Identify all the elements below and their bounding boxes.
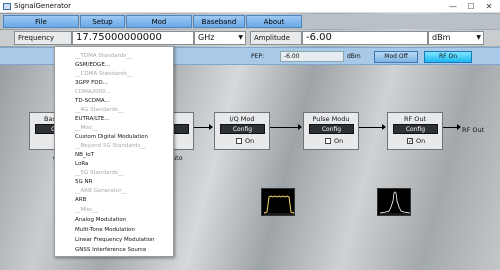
- frequency-label: Frequency: [14, 31, 72, 45]
- menu-header-beyond-5g: __Beyond 5G Standards__: [75, 143, 146, 149]
- amplitude-label: Amplitude: [250, 31, 302, 45]
- signal-arrow: [359, 124, 386, 130]
- maximize-icon[interactable]: ☐: [464, 1, 478, 12]
- menu-mod[interactable]: Mod: [126, 15, 192, 28]
- pulse-mod-config-button[interactable]: Config: [309, 124, 354, 134]
- menu-setup[interactable]: Setup: [80, 15, 125, 28]
- menu-item-3gpp-fdd[interactable]: 3GPP FDD...: [75, 80, 108, 86]
- title-bar: SignalGenerator — ☐ ✕: [0, 0, 500, 13]
- iq-mod-config-button[interactable]: Config: [220, 124, 265, 134]
- menu-item-linear-frequency-modulation[interactable]: Linear Frequency Modulation: [75, 237, 155, 243]
- menu-header-misc: __Misc__: [75, 125, 99, 131]
- spectrum-peak-icon: [379, 191, 411, 215]
- menu-item-custom-digital-modulation[interactable]: Custom Digital Modulation: [75, 134, 148, 140]
- menu-baseband[interactable]: Baseband: [193, 15, 245, 28]
- iq-mod-on-checkbox[interactable]: [236, 138, 242, 144]
- rf-out-config-button[interactable]: Config: [393, 124, 438, 134]
- menu-item-5g-nr[interactable]: 5G NR: [75, 179, 92, 185]
- iq-mod-block: I/Q Mod Config On: [214, 112, 270, 150]
- menu-item-analog-modulation[interactable]: Analog Modulation: [75, 217, 126, 223]
- pulse-mod-on-label: On: [334, 137, 344, 145]
- menu-item-cdma2000: CDMA2000...: [75, 89, 111, 95]
- menu-header-tdma: __TDMA Standards__: [75, 53, 132, 59]
- close-icon[interactable]: ✕: [482, 1, 496, 12]
- rf-out-arrow: [443, 124, 461, 130]
- pep-label: PEP:: [251, 53, 265, 60]
- menu-item-nb-iot[interactable]: NB_IoT: [75, 152, 94, 158]
- menu-item-gsm-edge[interactable]: GSM/EDGE...: [75, 62, 110, 68]
- menu-header-4g: __4G Standards__: [75, 107, 124, 113]
- spectrum-thumbnail-rf: [377, 188, 411, 216]
- menu-item-lora[interactable]: LoRa: [75, 161, 88, 167]
- signal-arrow: [194, 124, 213, 130]
- menu-file[interactable]: File: [3, 15, 79, 28]
- pulse-mod-on-checkbox[interactable]: [325, 138, 331, 144]
- amplitude-unit-value: dBm: [432, 33, 451, 42]
- menu-item-arb[interactable]: ARB: [75, 197, 86, 203]
- menu-item-gnss-interference-source[interactable]: GNSS Interference Source: [75, 247, 146, 253]
- iq-mod-on-label: On: [245, 137, 255, 145]
- spectrum-flat-icon: [263, 195, 295, 215]
- menu-about[interactable]: About: [246, 15, 302, 28]
- rf-out-block: RF Out Config ✓ On: [387, 112, 443, 150]
- menu-header-5g: __5G Standards__: [75, 170, 124, 176]
- pulse-mod-block: Pulse Modu Config On: [303, 112, 359, 150]
- iq-mod-title: I/Q Mod: [229, 115, 255, 123]
- rf-out-title: RF Out: [403, 115, 427, 123]
- app-icon: [3, 3, 11, 10]
- frequency-input[interactable]: 17.75000000000: [72, 31, 194, 45]
- rf-out-on-label: On: [416, 137, 426, 145]
- amplitude-input[interactable]: -6.00: [302, 31, 428, 45]
- menu-header-arb-generator: __ARB Generator__: [75, 188, 128, 194]
- modulation-dropdown-menu: __TDMA Standards__ GSM/EDGE... __CDMA St…: [54, 46, 174, 257]
- menu-item-multi-tone-modulation[interactable]: Multi-Tone Modulation: [75, 227, 135, 233]
- rf-out-on-checkbox[interactable]: ✓: [407, 138, 413, 145]
- signal-arrow: [270, 124, 302, 130]
- window-title: SignalGenerator: [14, 2, 72, 10]
- chevron-down-icon: ▼: [238, 34, 243, 41]
- mod-off-button[interactable]: Mod Off: [374, 51, 418, 63]
- pep-value: -6.00: [280, 51, 344, 62]
- amplitude-unit-select[interactable]: dBm ▼: [428, 31, 484, 45]
- menu-header-misc-2: __Misc__: [75, 207, 99, 213]
- menu-item-eutra-lte[interactable]: EUTRA/LTE...: [75, 116, 109, 122]
- rf-out-label: RF Out: [462, 126, 485, 134]
- frequency-amplitude-row: Frequency 17.75000000000 GHz ▼ Amplitude…: [0, 30, 500, 46]
- menu-item-td-scdma[interactable]: TD-SCDMA...: [75, 98, 110, 104]
- spectrum-thumbnail-iq: [261, 188, 295, 216]
- menu-header-cdma: __CDMA Standards__: [75, 71, 133, 77]
- pep-unit: dBm: [347, 53, 361, 60]
- frequency-unit-select[interactable]: GHz ▼: [194, 31, 246, 45]
- minimize-icon[interactable]: —: [446, 1, 460, 12]
- menu-bar: File Setup Mod Baseband About: [0, 14, 500, 29]
- pulse-mod-title: Pulse Modu: [312, 115, 350, 123]
- frequency-unit-value: GHz: [198, 33, 215, 42]
- chevron-down-icon: ▼: [476, 34, 481, 41]
- rf-on-button[interactable]: RF On: [424, 51, 472, 63]
